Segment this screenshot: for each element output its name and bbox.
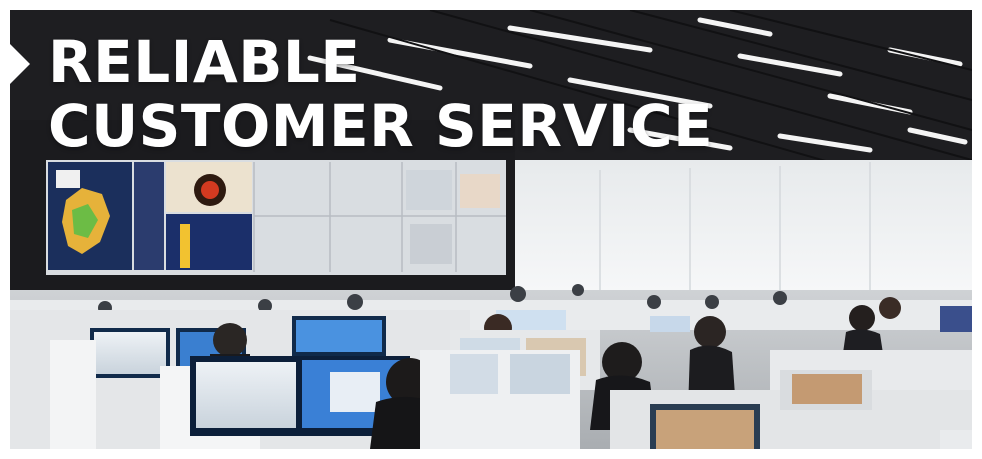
video-wall: [46, 160, 506, 275]
banner-headline: RELIABLE CUSTOMER SERVICE: [48, 30, 713, 158]
arrow-bullet-icon: [10, 44, 30, 84]
headline-line-1: RELIABLE: [48, 28, 361, 96]
hero-banner: RELIABLE CUSTOMER SERVICE: [10, 10, 972, 449]
back-wall: [515, 160, 972, 300]
headline-line-2: CUSTOMER SERVICE: [48, 92, 714, 160]
